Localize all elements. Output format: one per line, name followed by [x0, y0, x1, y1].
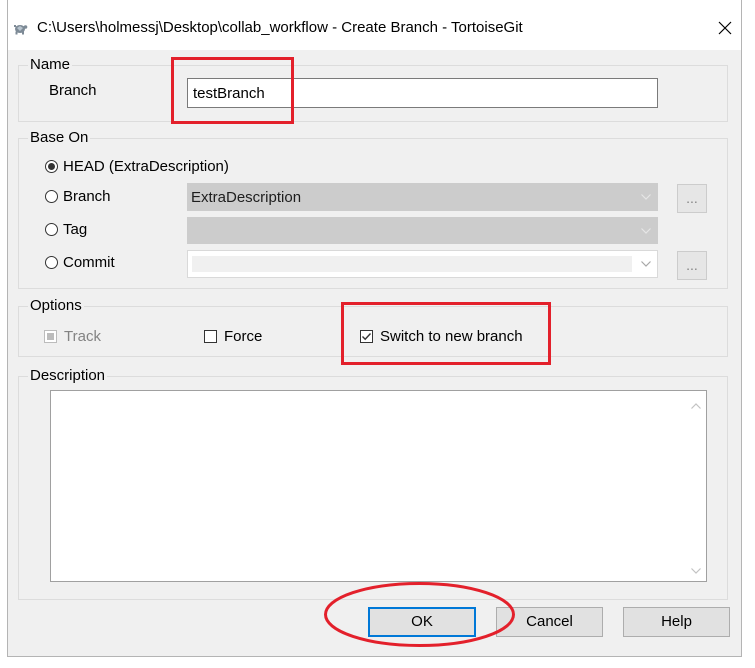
- browse-branch-button[interactable]: ...: [677, 184, 707, 213]
- chevron-down-icon[interactable]: [641, 261, 651, 267]
- window-title: C:\Users\holmessj\Desktop\collab_workflo…: [37, 19, 523, 36]
- browse-commit-button[interactable]: ...: [677, 251, 707, 280]
- base-on-group: Base On HEAD (ExtraDescription) Branch E…: [18, 129, 728, 289]
- tortoisegit-icon: [12, 20, 28, 36]
- base-on-group-label: Base On: [28, 129, 91, 147]
- annotation-box-switch-option: [341, 302, 551, 365]
- description-input[interactable]: [51, 391, 686, 581]
- branch-combo-value: ExtraDescription: [191, 188, 302, 206]
- branch-combo[interactable]: ExtraDescription: [187, 183, 658, 211]
- help-button[interactable]: Help: [623, 607, 730, 637]
- track-checkbox[interactable]: Track: [44, 327, 101, 345]
- options-group-label: Options: [28, 297, 84, 315]
- description-group: Description: [18, 367, 728, 600]
- radio-branch-label[interactable]: Branch: [63, 188, 111, 205]
- radio-commit-indicator[interactable]: [45, 255, 58, 269]
- radio-branch[interactable]: Branch: [45, 187, 111, 205]
- radio-head-indicator[interactable]: [45, 159, 58, 173]
- radio-tag[interactable]: Tag: [45, 220, 87, 238]
- commit-combo-field[interactable]: [192, 256, 632, 272]
- force-checkbox-box[interactable]: [204, 329, 217, 343]
- annotation-box-branch-name: [171, 57, 294, 124]
- radio-branch-indicator[interactable]: [45, 189, 58, 203]
- radio-commit[interactable]: Commit: [45, 253, 115, 271]
- branch-name-label: Branch: [49, 82, 97, 99]
- description-scrollbar[interactable]: [686, 391, 706, 581]
- commit-combo[interactable]: [187, 250, 658, 278]
- force-checkbox[interactable]: Force: [204, 327, 262, 345]
- radio-tag-label[interactable]: Tag: [63, 221, 87, 238]
- force-checkbox-label[interactable]: Force: [224, 328, 262, 345]
- radio-tag-indicator[interactable]: [45, 222, 58, 236]
- scroll-down-icon[interactable]: [691, 568, 701, 574]
- track-checkbox-box[interactable]: [44, 329, 57, 343]
- radio-commit-label[interactable]: Commit: [63, 254, 115, 271]
- tag-combo[interactable]: [187, 217, 658, 244]
- track-checkbox-label[interactable]: Track: [64, 328, 101, 345]
- name-group-label: Name: [28, 56, 73, 74]
- title-bar[interactable]: C:\Users\holmessj\Desktop\collab_workflo…: [8, 0, 741, 50]
- scroll-up-icon[interactable]: [691, 403, 701, 409]
- radio-head[interactable]: HEAD (ExtraDescription): [45, 157, 229, 175]
- description-box[interactable]: [50, 390, 707, 582]
- chevron-down-icon[interactable]: [641, 227, 651, 234]
- close-button[interactable]: [708, 12, 741, 44]
- chevron-down-icon[interactable]: [641, 194, 651, 200]
- name-group: Name Branch: [18, 56, 728, 122]
- close-icon[interactable]: [718, 21, 732, 35]
- annotation-ellipse-ok-button: [324, 582, 515, 647]
- radio-head-label[interactable]: HEAD (ExtraDescription): [63, 158, 229, 175]
- description-group-label: Description: [28, 367, 108, 385]
